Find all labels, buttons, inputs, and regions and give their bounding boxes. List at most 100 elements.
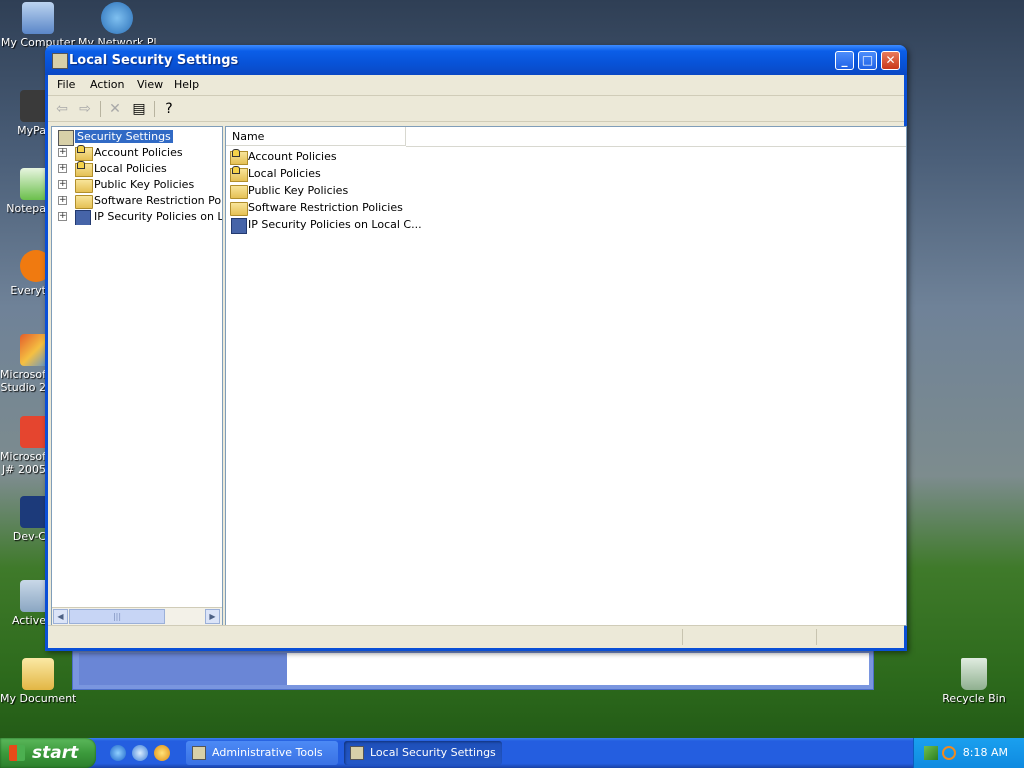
network-places-icon — [101, 2, 133, 34]
list-item-label: Local Policies — [248, 167, 321, 180]
media-player-icon[interactable] — [154, 745, 170, 761]
list-item-local-policies[interactable]: Local Policies — [230, 166, 420, 183]
ipsec-icon — [231, 218, 247, 234]
my-computer-icon — [22, 2, 54, 34]
scroll-left-button[interactable]: ◀ — [53, 609, 68, 624]
windows-logo-icon — [9, 745, 25, 761]
list-item-ip-security[interactable]: IP Security Policies on Local C... — [230, 217, 422, 234]
network-tray-icon[interactable] — [924, 746, 938, 760]
close-icon: ✕ — [885, 53, 896, 67]
lock-folder-icon — [230, 149, 248, 165]
minimize-button[interactable]: _ — [835, 51, 854, 70]
activestate-icon — [20, 580, 46, 612]
desktop-icon-activestate[interactable]: Active — [0, 580, 46, 627]
clock[interactable]: 8:18 AM — [963, 746, 1008, 759]
list-item-public-key-policies[interactable]: Public Key Policies — [230, 183, 420, 200]
status-cell-2 — [816, 629, 817, 645]
details-pane: Name Account Policies Local Policies Pub… — [225, 126, 907, 626]
toolbar: ⇦ ⇨ ✕ ▤ ? — [48, 97, 904, 122]
menu-action[interactable]: Action — [90, 78, 124, 91]
tree-horizontal-scrollbar[interactable]: ◀ ||| ▶ — [52, 607, 222, 625]
visual-studio-icon — [20, 334, 46, 366]
system-tray: 8:18 AM — [913, 738, 1024, 768]
tree-root-label: Security Settings — [75, 130, 173, 143]
internet-explorer-icon[interactable] — [110, 745, 126, 761]
window-title: Local Security Settings — [69, 53, 239, 68]
security-settings-task-icon — [350, 746, 364, 760]
delete-icon[interactable]: ✕ — [105, 100, 125, 118]
lock-folder-icon — [230, 166, 248, 182]
outlook-express-icon[interactable] — [132, 745, 148, 761]
background-window[interactable] — [72, 648, 874, 690]
local-security-settings-window: Local Security Settings _ □ ✕ File Actio… — [45, 45, 907, 651]
folder-icon — [75, 195, 93, 209]
my-documents-icon — [22, 658, 54, 690]
desktop-icon-my-computer[interactable]: My Computer — [0, 2, 76, 49]
desktop-icon-everything[interactable]: Everyt — [0, 250, 46, 297]
toolbar-separator — [100, 101, 101, 117]
menu-file[interactable]: File — [57, 78, 75, 91]
expand-icon[interactable]: + — [58, 148, 67, 157]
scroll-grip: ||| — [112, 612, 122, 621]
menu-bar: File Action View Help — [48, 75, 904, 96]
desktop-icon-devcpp[interactable]: Dev-C — [0, 496, 46, 543]
task-label: Local Security Settings — [370, 746, 496, 759]
expand-icon[interactable]: + — [58, 164, 67, 173]
list-item-label: IP Security Policies on Local C... — [248, 218, 422, 231]
menu-help[interactable]: Help — [174, 78, 199, 91]
taskbar-button-administrative-tools[interactable]: Administrative Tools — [186, 741, 338, 765]
tree-item-label: IP Security Policies on Loca — [94, 210, 222, 223]
forward-arrow-icon[interactable]: ⇨ — [75, 100, 95, 118]
tree-item-account-policies[interactable]: + Account Policies — [52, 145, 222, 161]
search-tray-icon[interactable] — [942, 746, 956, 760]
security-settings-icon — [58, 130, 74, 146]
folder-icon — [230, 185, 248, 199]
background-window-progress — [79, 653, 287, 685]
desktop-icon-notepad[interactable]: Notepa — [0, 168, 46, 215]
taskbar: start Administrative Tools Local Securit… — [0, 738, 1024, 768]
taskbar-button-local-security-settings[interactable]: Local Security Settings — [344, 741, 502, 765]
tree-root-security-settings[interactable]: Security Settings — [52, 129, 222, 146]
close-button[interactable]: ✕ — [881, 51, 900, 70]
desktop-icon-recycle-bin[interactable]: Recycle Bin — [936, 658, 1012, 705]
desktop-icon-vjsharp[interactable]: Microsof J# 2005 — [0, 416, 46, 476]
folder-icon — [75, 179, 93, 193]
column-header-name[interactable]: Name — [226, 127, 406, 146]
title-bar[interactable]: Local Security Settings _ □ ✕ — [45, 45, 907, 75]
column-header-filler — [406, 127, 906, 147]
expand-icon[interactable]: + — [58, 212, 67, 221]
list-item-label: Account Policies — [248, 150, 337, 163]
security-settings-app-icon[interactable] — [52, 53, 68, 69]
tree-item-software-restriction[interactable]: + Software Restriction Policie — [52, 193, 222, 209]
expand-icon[interactable]: + — [58, 196, 67, 205]
tree-item-ip-security[interactable]: + IP Security Policies on Loca — [52, 209, 222, 225]
expand-icon[interactable]: + — [58, 180, 67, 189]
list-item-account-policies[interactable]: Account Policies — [230, 149, 420, 166]
desktop-icon-my-network[interactable]: My Network Places — [78, 2, 156, 46]
back-arrow-icon[interactable]: ⇦ — [52, 100, 72, 118]
lock-folder-icon — [75, 145, 93, 161]
scroll-thumb[interactable]: ||| — [69, 609, 165, 624]
export-list-icon[interactable]: ▤ — [129, 100, 149, 118]
menu-view[interactable]: View — [137, 78, 163, 91]
mypa-icon — [20, 90, 46, 122]
tree-item-public-key-policies[interactable]: + Public Key Policies — [52, 177, 222, 193]
task-label: Administrative Tools — [212, 746, 323, 759]
list-item-software-restriction[interactable]: Software Restriction Policies — [230, 200, 420, 217]
administrative-tools-icon — [192, 746, 206, 760]
maximize-button[interactable]: □ — [858, 51, 877, 70]
desktop-icon-visual-studio[interactable]: Microsof Studio 2 — [0, 334, 46, 394]
notepad-icon — [20, 168, 46, 200]
scroll-right-button[interactable]: ▶ — [205, 609, 220, 624]
maximize-icon: □ — [861, 53, 874, 67]
help-icon[interactable]: ? — [159, 100, 179, 118]
vjsharp-icon — [20, 416, 46, 448]
window-client-area: File Action View Help ⇦ ⇨ ✕ ▤ ? Security… — [48, 75, 907, 648]
tree-item-label: Local Policies — [94, 162, 167, 175]
desktop-icon-my-documents[interactable]: My Documents — [0, 658, 76, 705]
desktop-icon-mypa[interactable]: MyPa — [0, 90, 46, 137]
tree-item-local-policies[interactable]: + Local Policies — [52, 161, 222, 177]
devcpp-icon — [20, 496, 46, 528]
start-button[interactable]: start — [0, 738, 96, 768]
toolbar-separator — [154, 101, 155, 117]
